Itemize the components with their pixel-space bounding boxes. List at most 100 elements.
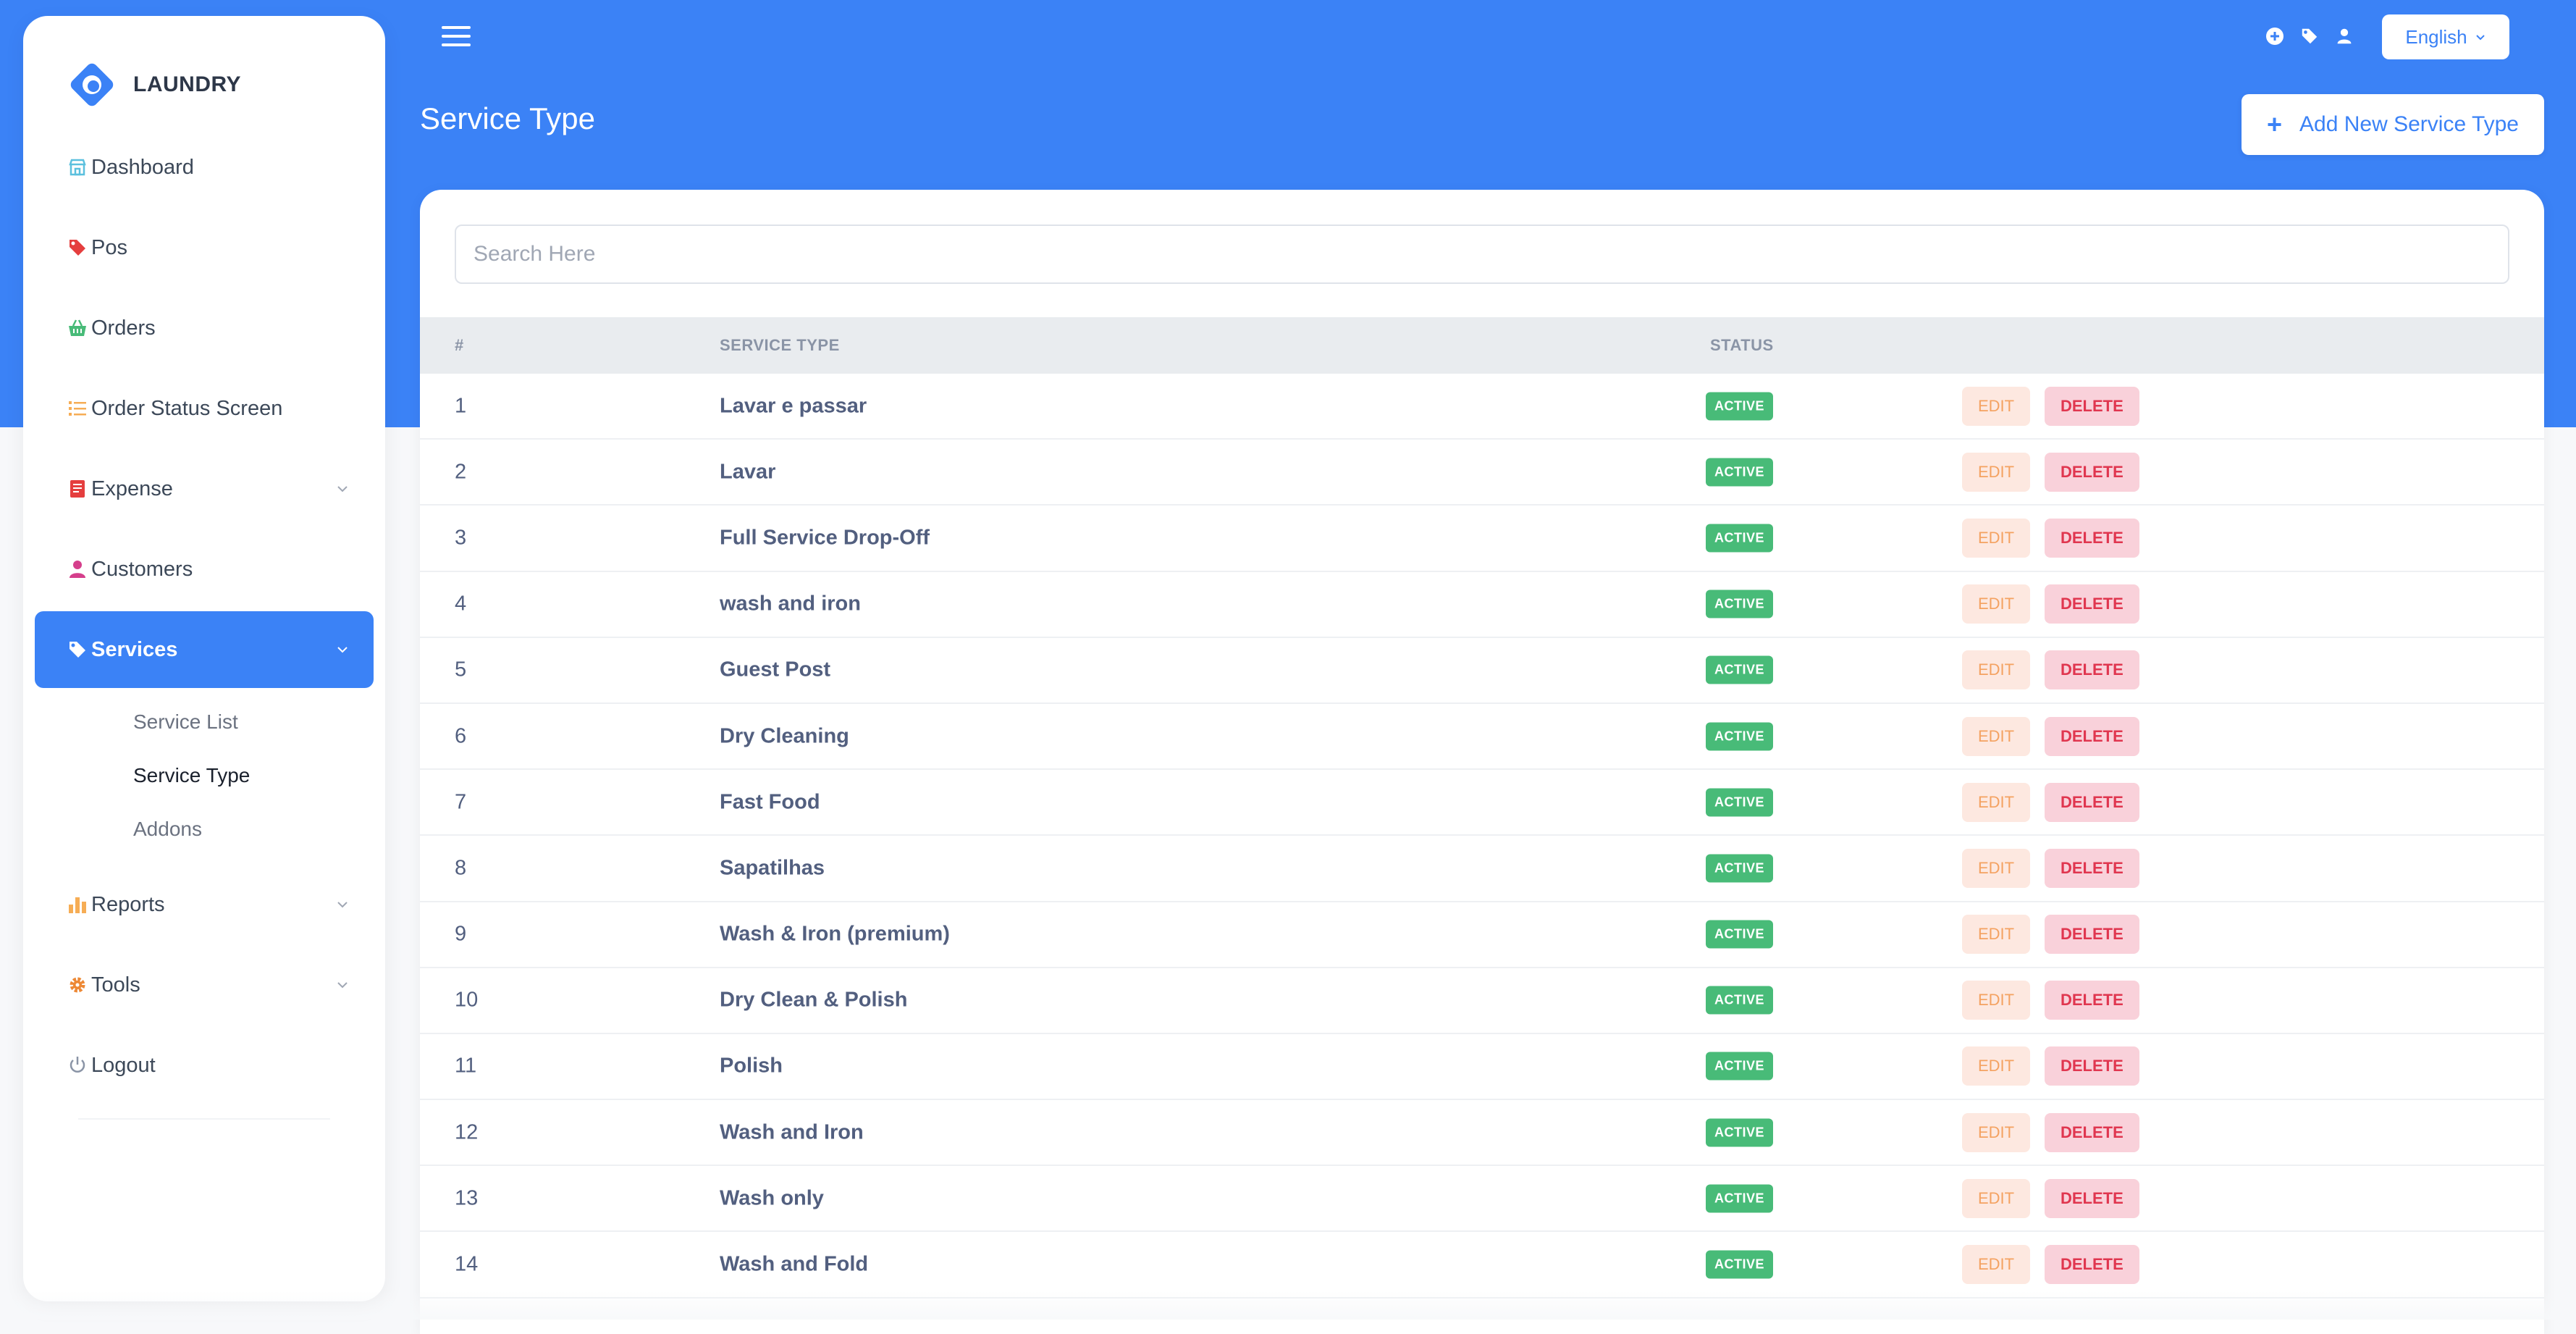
submenu-item-service-type[interactable]: Service Type xyxy=(133,749,374,802)
edit-button[interactable]: EDIT xyxy=(1962,1179,2030,1218)
user-icon xyxy=(67,558,88,580)
table-row: 2LavarACTIVEEDITDELETE xyxy=(420,440,2544,506)
sidebar-item-label: Expense xyxy=(91,477,173,501)
chevron-down-icon xyxy=(334,642,350,658)
menu-toggle-icon[interactable] xyxy=(442,26,471,49)
gear-icon xyxy=(67,974,88,996)
sidebar-item-expense[interactable]: Expense xyxy=(35,450,374,527)
edit-button[interactable]: EDIT xyxy=(1962,453,2030,492)
row-number: 7 xyxy=(455,790,466,814)
language-label: English xyxy=(2405,26,2467,49)
status-badge: ACTIVE xyxy=(1706,656,1773,684)
chevron-down-icon xyxy=(2475,31,2486,43)
delete-button[interactable]: DELETE xyxy=(2045,584,2139,624)
edit-button[interactable]: EDIT xyxy=(1962,981,2030,1020)
sidebar-item-customers[interactable]: Customers xyxy=(35,531,374,608)
plus-circle-icon[interactable] xyxy=(2265,26,2285,46)
delete-button[interactable]: DELETE xyxy=(2045,1113,2139,1152)
plus-icon: + xyxy=(2267,109,2282,140)
table-row: 14Wash and FoldACTIVEEDITDELETE xyxy=(420,1232,2544,1298)
edit-button[interactable]: EDIT xyxy=(1962,783,2030,822)
service-type-name: Full Service Drop-Off xyxy=(720,526,930,550)
sidebar: LAUNDRY Dashboard Pos Orders Order Statu… xyxy=(23,16,385,1301)
delete-button[interactable]: DELETE xyxy=(2045,387,2139,426)
service-type-name: Fast Food xyxy=(720,790,820,814)
sidebar-item-label: Customers xyxy=(91,558,193,582)
status-badge: ACTIVE xyxy=(1706,1118,1773,1146)
row-number: 6 xyxy=(455,724,466,748)
status-badge: ACTIVE xyxy=(1706,788,1773,816)
service-type-name: Dry Cleaning xyxy=(720,724,849,748)
delete-button[interactable]: DELETE xyxy=(2045,981,2139,1020)
sidebar-item-order-status-screen[interactable]: Order Status Screen xyxy=(35,370,374,447)
delete-button[interactable]: DELETE xyxy=(2045,783,2139,822)
status-badge: ACTIVE xyxy=(1706,458,1773,486)
sidebar-item-services[interactable]: Services xyxy=(35,611,374,688)
column-header-status: STATUS xyxy=(1710,336,1774,355)
status-badge: ACTIVE xyxy=(1706,1184,1773,1212)
submenu-item-service-list[interactable]: Service List xyxy=(133,695,374,749)
page-title: Service Type xyxy=(420,101,595,136)
tag-icon xyxy=(67,237,88,259)
status-badge: ACTIVE xyxy=(1706,392,1773,420)
status-badge: ACTIVE xyxy=(1706,722,1773,750)
edit-button[interactable]: EDIT xyxy=(1962,849,2030,888)
table-row: 1Lavar e passarACTIVEEDITDELETE xyxy=(420,374,2544,440)
delete-button[interactable]: DELETE xyxy=(2045,1046,2139,1086)
power-icon xyxy=(67,1054,88,1076)
service-type-card: # SERVICE TYPE STATUS 1Lavar e passarACT… xyxy=(420,190,2544,1334)
service-type-name: Wash and Fold xyxy=(720,1253,868,1277)
delete-button[interactable]: DELETE xyxy=(2045,717,2139,756)
add-service-type-button[interactable]: + Add New Service Type xyxy=(2242,94,2544,155)
search-input[interactable] xyxy=(455,225,2509,284)
service-type-name: Lavar e passar xyxy=(720,394,867,418)
status-badge: ACTIVE xyxy=(1706,1251,1773,1279)
edit-button[interactable]: EDIT xyxy=(1962,650,2030,689)
status-badge: ACTIVE xyxy=(1706,920,1773,949)
edit-button[interactable]: EDIT xyxy=(1962,519,2030,558)
user-icon[interactable] xyxy=(2334,26,2354,46)
laundry-logo-icon xyxy=(67,59,117,110)
service-type-name: Wash & Iron (premium) xyxy=(720,923,950,947)
bar-chart-icon xyxy=(67,894,88,915)
edit-button[interactable]: EDIT xyxy=(1962,1245,2030,1284)
edit-button[interactable]: EDIT xyxy=(1962,915,2030,954)
language-select[interactable]: English xyxy=(2382,14,2509,59)
edit-button[interactable]: EDIT xyxy=(1962,1046,2030,1086)
service-type-name: Wash only xyxy=(720,1186,824,1210)
edit-button[interactable]: EDIT xyxy=(1962,584,2030,624)
sidebar-item-label: Dashboard xyxy=(91,156,194,180)
sidebar-item-label: Reports xyxy=(91,893,165,917)
status-badge: ACTIVE xyxy=(1706,590,1773,618)
row-number: 13 xyxy=(455,1186,478,1210)
sidebar-item-logout[interactable]: Logout xyxy=(35,1027,374,1104)
brand[interactable]: LAUNDRY xyxy=(67,59,241,110)
status-badge: ACTIVE xyxy=(1706,524,1773,552)
table-row: 3Full Service Drop-OffACTIVEEDITDELETE xyxy=(420,506,2544,571)
submenu-item-addons[interactable]: Addons xyxy=(133,802,374,856)
table-row: 12Wash and IronACTIVEEDITDELETE xyxy=(420,1100,2544,1166)
delete-button[interactable]: DELETE xyxy=(2045,650,2139,689)
sidebar-item-tools[interactable]: Tools xyxy=(35,947,374,1023)
edit-button[interactable]: EDIT xyxy=(1962,717,2030,756)
table-row: 9Wash & Iron (premium)ACTIVEEDITDELETE xyxy=(420,902,2544,968)
delete-button[interactable]: DELETE xyxy=(2045,915,2139,954)
tag-icon[interactable] xyxy=(2299,26,2320,46)
delete-button[interactable]: DELETE xyxy=(2045,849,2139,888)
sidebar-item-orders[interactable]: Orders xyxy=(35,290,374,366)
delete-button[interactable]: DELETE xyxy=(2045,1179,2139,1218)
table-row: 13 Wash only ACTIVE EDIT DELETE xyxy=(420,1166,2544,1232)
edit-button[interactable]: EDIT xyxy=(1962,1113,2030,1152)
table-row: 4wash and ironACTIVEEDITDELETE xyxy=(420,572,2544,638)
service-type-name: Wash and Iron xyxy=(720,1120,864,1144)
delete-button[interactable]: DELETE xyxy=(2045,1245,2139,1284)
table-row: 8SapatilhasACTIVEEDITDELETE xyxy=(420,836,2544,902)
service-type-name: Polish xyxy=(720,1054,783,1078)
delete-button[interactable]: DELETE xyxy=(2045,519,2139,558)
sidebar-item-pos[interactable]: Pos xyxy=(35,209,374,286)
add-button-label: Add New Service Type xyxy=(2299,112,2519,137)
delete-button[interactable]: DELETE xyxy=(2045,453,2139,492)
sidebar-item-dashboard[interactable]: Dashboard xyxy=(35,129,374,206)
edit-button[interactable]: EDIT xyxy=(1962,387,2030,426)
sidebar-item-reports[interactable]: Reports xyxy=(35,866,374,943)
